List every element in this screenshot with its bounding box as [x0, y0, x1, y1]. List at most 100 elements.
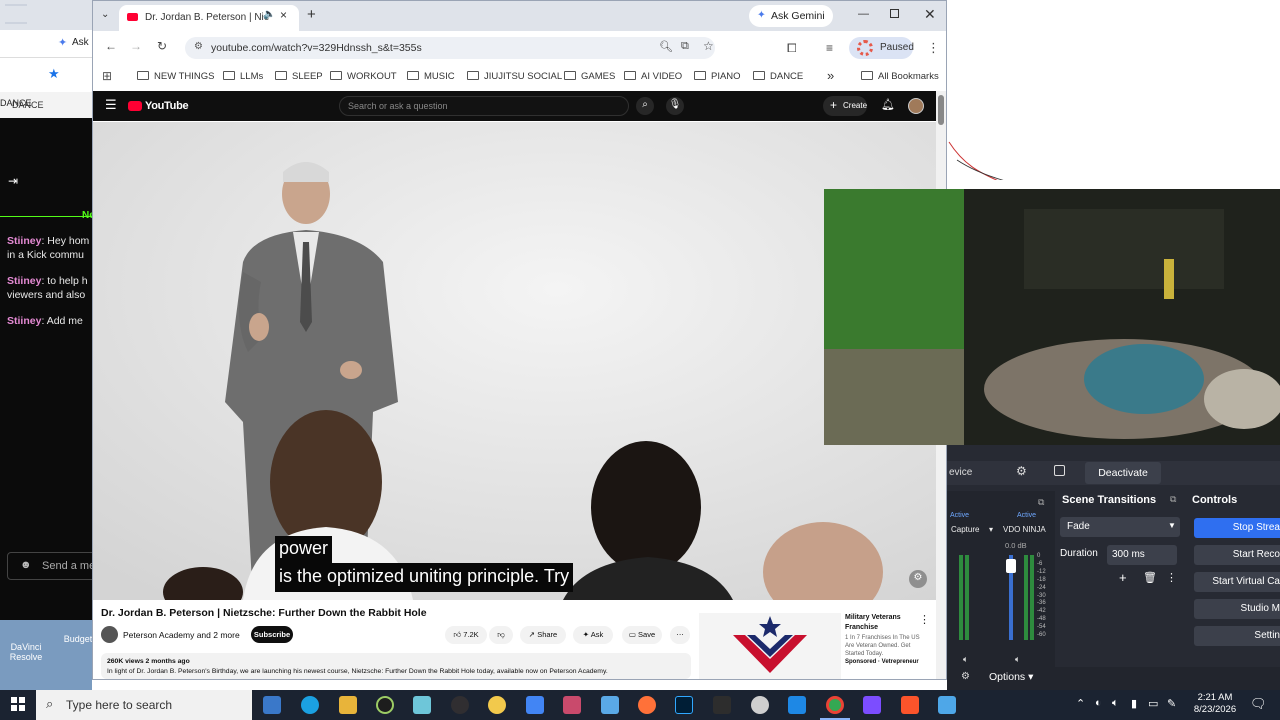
tray-app-icon[interactable]: ▮ — [1131, 697, 1137, 710]
studio-mode-button[interactable]: Studio M — [1194, 599, 1280, 619]
tab-close-icon[interactable]: × — [280, 8, 287, 22]
media-controls-icon[interactable]: ≡ — [826, 41, 833, 55]
bookmark-jiujitsu-social[interactable]: JIUJITSU SOCIAL — [467, 71, 562, 82]
channel-avatar[interactable] — [101, 626, 118, 643]
taskbar-edge-icon[interactable] — [301, 696, 319, 714]
bookmark-llms[interactable]: LLMs — [223, 71, 263, 82]
mixer-source-vdo[interactable]: VDO NINJA — [1003, 525, 1046, 534]
ad-text[interactable]: Military Veterans Franchise 1 In 7 Franc… — [845, 613, 925, 668]
ad-thumbnail[interactable] — [699, 613, 841, 679]
transition-menu-icon[interactable]: ⋮ — [1166, 571, 1177, 584]
emote-icon[interactable]: ☻ — [20, 559, 32, 571]
chat-collapse-icon[interactable]: ⇥ — [8, 174, 18, 188]
tray-app-icon[interactable]: ◐ — [1095, 697, 1102, 709]
taskbar-app-icon[interactable] — [938, 696, 956, 714]
tab-audio-icon[interactable]: 🔈 — [263, 9, 275, 20]
start-recording-button[interactable]: Start Reco — [1194, 545, 1280, 565]
all-bookmarks[interactable]: All Bookmarks — [861, 71, 939, 82]
background-ask-label[interactable]: Ask — [72, 37, 89, 48]
bookmark-workout[interactable]: WORKOUT — [330, 71, 397, 82]
taskbar-search-input[interactable]: ⌕ Type here to search — [36, 690, 252, 720]
settings-button[interactable]: Settin — [1194, 626, 1280, 646]
start-windows-icon[interactable] — [11, 697, 25, 711]
channel-name[interactable]: Peterson Academy and 2 more — [123, 630, 240, 640]
site-info-icon[interactable]: ⚙ — [194, 41, 203, 52]
taskbar-brave-icon[interactable] — [901, 696, 919, 714]
transitions-popout-icon[interactable]: ⧉ — [1170, 494, 1176, 505]
youtube-logo-icon[interactable] — [128, 101, 142, 111]
background-bookmark-dance-label[interactable]: DANCE — [12, 100, 44, 110]
save-button[interactable]: ▭ Save — [622, 626, 662, 644]
bookmark-piano[interactable]: PIANO — [694, 71, 741, 82]
obs-deactivate-button[interactable]: Deactivate — [1085, 462, 1161, 484]
minimize-icon[interactable]: — — [858, 8, 869, 20]
ad-menu-icon[interactable]: ⋮ — [919, 613, 930, 626]
desktop-icon-davinci[interactable]: DaVinci Resolve — [6, 642, 46, 662]
taskbar-app-icon[interactable] — [601, 696, 619, 714]
bookmark-dance[interactable]: DANCE — [753, 71, 803, 82]
description-box[interactable]: 260K views 2 months ago In light of Dr. … — [101, 653, 691, 679]
reload-icon[interactable]: ↻ — [157, 39, 167, 53]
youtube-logo-text[interactable]: YouTube — [145, 100, 189, 112]
bookmark-games[interactable]: GAMES — [564, 71, 615, 82]
youtube-search-input[interactable]: Search or ask a question — [339, 96, 629, 116]
profile-paused-button[interactable]: Paused — [849, 37, 914, 59]
back-icon[interactable]: ← — [105, 39, 117, 53]
obs-properties-gear-icon[interactable]: ⚙ — [1016, 464, 1027, 478]
taskbar-davinci-icon[interactable] — [713, 696, 731, 714]
stop-streaming-button[interactable]: Stop Strea — [1194, 518, 1280, 538]
cast-icon[interactable]: ⧉ — [681, 40, 689, 53]
add-transition-icon[interactable]: + — [1119, 570, 1127, 585]
taskbar-obs-icon[interactable] — [451, 696, 469, 714]
like-button[interactable]: 👍︎ 7.2K — [445, 626, 487, 644]
hamburger-menu-icon[interactable]: ☰ — [105, 97, 117, 113]
bookmarks-overflow-icon[interactable]: » — [827, 68, 834, 83]
window-close-icon[interactable]: ✕ — [924, 6, 936, 23]
taskbar-app-icon[interactable] — [563, 696, 581, 714]
notifications-icon[interactable]: 🗨︎ — [1250, 696, 1267, 712]
taskbar-firefox-icon[interactable] — [638, 696, 656, 714]
search-icon[interactable]: ⌕ — [636, 97, 654, 115]
zoom-icon[interactable]: 🔍︎ — [659, 40, 673, 53]
taskbar-nvidia-icon[interactable] — [376, 696, 394, 714]
taskbar-app-icon[interactable] — [413, 696, 431, 714]
delete-transition-icon[interactable]: 🗑︎ — [1143, 571, 1157, 584]
transition-select[interactable]: Fade ▼ — [1060, 517, 1180, 537]
apps-grid-icon[interactable]: ⊞ — [102, 69, 112, 83]
obs-settings-gear-icon[interactable]: ⚙ — [961, 671, 970, 682]
tray-overflow-icon[interactable]: ⌃ — [1076, 697, 1085, 710]
taskbar-bulb-icon[interactable] — [488, 696, 506, 714]
taskbar-chrome-icon[interactable] — [826, 696, 844, 714]
forward-icon[interactable]: → — [130, 39, 142, 53]
notifications-bell-icon[interactable]: 🔔︎ — [881, 98, 895, 111]
taskbar-app-icon[interactable] — [863, 696, 881, 714]
account-avatar[interactable] — [908, 98, 924, 114]
bookmark-ai-video[interactable]: AI VIDEO — [624, 71, 682, 82]
new-tab-icon[interactable]: + — [307, 6, 316, 23]
mixer-source-capture[interactable]: Capture — [951, 525, 979, 534]
chrome-menu-icon[interactable]: ⋮ — [927, 40, 940, 56]
obs-filters-icon[interactable] — [1054, 465, 1065, 476]
maximize-icon[interactable] — [890, 9, 899, 18]
bookmark-music[interactable]: MUSIC — [407, 71, 455, 82]
dislike-button[interactable]: 👎︎ — [489, 626, 513, 644]
mute-icon[interactable]: 🔈︎ — [1015, 654, 1020, 665]
taskbar-file-explorer-icon[interactable] — [339, 696, 357, 714]
taskbar-clock[interactable]: 2:21 AM 8/23/2026 — [1190, 692, 1240, 716]
scrollbar-thumb[interactable] — [938, 95, 944, 125]
duration-spinbox[interactable]: 300 ms — [1107, 545, 1177, 565]
bookmark-new-things[interactable]: NEW THINGS — [137, 71, 215, 82]
video-settings-icon[interactable]: ⚙ — [909, 570, 927, 588]
video-player[interactable]: ⚙ — [93, 122, 936, 600]
bookmark-star-icon[interactable]: ★ — [48, 66, 60, 82]
taskbar-docs-icon[interactable] — [526, 696, 544, 714]
url-field[interactable]: ⚙ youtube.com/watch?v=329Hdnssh_s&t=355s… — [185, 37, 715, 59]
taskbar-app-icon[interactable] — [788, 696, 806, 714]
bookmark-star-outline-icon[interactable]: ☆ — [703, 39, 714, 53]
volume-slider[interactable] — [1006, 555, 1016, 640]
mixer-source-dropdown-icon[interactable]: ▾ — [989, 525, 993, 534]
more-actions-icon[interactable]: ⋯ — [670, 626, 690, 644]
ask-button[interactable]: ✦ Ask — [573, 626, 613, 644]
subscribe-button[interactable]: Subscribe — [251, 626, 293, 643]
bookmark-sleep[interactable]: SLEEP — [275, 71, 323, 82]
